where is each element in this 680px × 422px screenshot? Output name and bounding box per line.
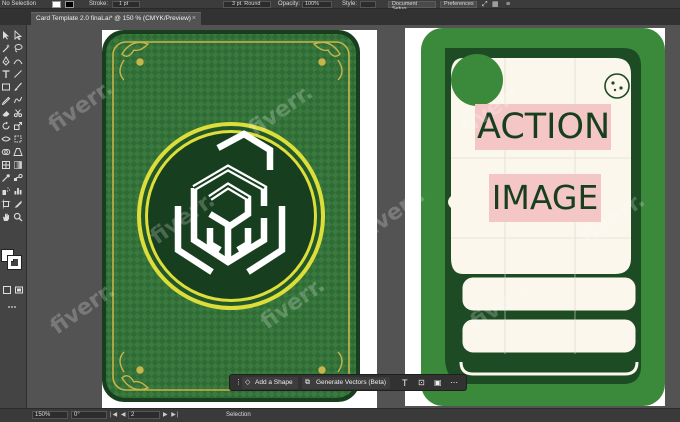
selection-status: No Selection: [2, 1, 37, 7]
hand-tool-icon[interactable]: [1, 212, 11, 222]
generate-vectors-label: Generate Vectors (Beta): [316, 379, 387, 386]
shape-icon: ◇: [245, 379, 251, 386]
close-icon[interactable]: ×: [192, 13, 196, 25]
width-tool-icon[interactable]: [1, 134, 11, 144]
opacity-label: Opacity:: [278, 1, 301, 7]
next-artboard-icon[interactable]: ▶ ▶|: [163, 411, 179, 419]
style-label: Style:: [342, 1, 358, 7]
tools-panel: [0, 25, 27, 408]
artboard-tool-icon[interactable]: [1, 199, 11, 209]
first-artboard-icon[interactable]: |◀ ◀: [110, 411, 126, 419]
arrange-icon[interactable]: ▦: [492, 1, 499, 8]
opacity-field[interactable]: 100%: [302, 1, 332, 8]
line-tool-icon[interactable]: [13, 69, 23, 79]
canvas[interactable]: ACTION IMAGE fiverr. fiverr. fiverr. fiv…: [27, 25, 680, 408]
tool-status-text: Selection: [226, 412, 251, 418]
image-text: IMAGE: [491, 178, 599, 217]
stroke-label: Stroke:: [89, 1, 109, 7]
direct-selection-tool-icon[interactable]: [13, 30, 23, 40]
generate-vectors-button[interactable]: ⧉ Generate Vectors (Beta): [302, 377, 390, 389]
rotate-tool-icon[interactable]: [1, 121, 11, 131]
document-setup-button[interactable]: Document Setup: [388, 1, 436, 12]
transform-icon[interactable]: ⊡: [418, 377, 425, 389]
eraser-icon[interactable]: [1, 108, 11, 118]
artboard-number-field[interactable]: 2: [128, 411, 160, 419]
column-graph-icon[interactable]: [13, 186, 23, 196]
action-text: ACTION: [477, 107, 611, 147]
fill-color-swatch[interactable]: [52, 1, 61, 8]
draw-mode-icon[interactable]: [2, 285, 12, 295]
perspective-icon[interactable]: [13, 147, 23, 157]
screen-mode-icon[interactable]: [14, 285, 24, 295]
scissors-icon[interactable]: [13, 108, 23, 118]
stroke-color-swatch[interactable]: [65, 1, 74, 8]
document-tab-bar: Card Template 2.0 finaLai* @ 150 % (CMYK…: [0, 9, 680, 25]
status-bar: 150% 0° |◀ ◀ 2 ▶ ▶| Selection: [0, 408, 680, 422]
transform-icon[interactable]: ⤢: [482, 1, 488, 8]
scale-tool-icon[interactable]: [13, 121, 23, 131]
rotation-field[interactable]: 0°: [71, 411, 107, 419]
free-transform-icon[interactable]: [13, 134, 23, 144]
more-options-icon[interactable]: ⋯: [450, 377, 458, 389]
shape-builder-icon[interactable]: [1, 147, 11, 157]
zoom-tool-icon[interactable]: [13, 212, 23, 222]
control-bar: No Selection Stroke: 1 pt 3 pt. Round Op…: [0, 0, 680, 12]
document-tab[interactable]: Card Template 2.0 finaLai* @ 150 % (CMYK…: [31, 12, 201, 25]
artboard-card-front[interactable]: ACTION IMAGE: [405, 28, 665, 406]
zoom-level-field[interactable]: 150%: [32, 411, 68, 419]
pencil-icon[interactable]: [1, 95, 11, 105]
preferences-button[interactable]: Preferences: [440, 1, 477, 8]
add-shape-label: Add a Shape: [255, 379, 293, 386]
illustrator-window: No Selection Stroke: 1 pt 3 pt. Round Op…: [0, 0, 680, 422]
symbol-sprayer-icon[interactable]: [1, 186, 11, 196]
image-icon[interactable]: ▣: [434, 377, 442, 389]
lasso-icon[interactable]: [13, 43, 23, 53]
type-tool-icon[interactable]: [1, 69, 11, 79]
slice-tool-icon[interactable]: [13, 199, 23, 209]
curvature-tool-icon[interactable]: [13, 56, 23, 66]
shaper-icon[interactable]: [13, 95, 23, 105]
stroke-swatch[interactable]: [7, 255, 22, 270]
add-shape-button[interactable]: ◇ Add a Shape: [242, 377, 298, 389]
card-back[interactable]: [102, 30, 377, 408]
text-icon[interactable]: T: [402, 377, 408, 389]
paintbrush-icon[interactable]: [13, 82, 23, 92]
selection-tool-icon[interactable]: [1, 30, 11, 40]
rectangle-tool-icon[interactable]: [1, 82, 11, 92]
generate-vectors-icon: ⧉: [305, 379, 310, 386]
brush-definition-dropdown[interactable]: 3 pt. Round: [223, 1, 271, 8]
magic-wand-icon[interactable]: [1, 43, 11, 53]
drag-handle-icon[interactable]: ⋮: [235, 377, 242, 389]
mesh-tool-icon[interactable]: [1, 160, 11, 170]
contextual-task-bar: ⋮ ◇ Add a Shape ⧉ Generate Vectors (Beta…: [229, 374, 467, 391]
document-tab-title: Card Template 2.0 finaLai* @ 150 % (CMYK…: [36, 15, 191, 22]
graphic-style-dropdown[interactable]: [360, 1, 376, 8]
artboard-card-back[interactable]: [102, 30, 377, 408]
stroke-weight-field[interactable]: 1 pt: [112, 1, 140, 8]
menu-icon[interactable]: ≡: [506, 1, 510, 8]
eyedropper-icon[interactable]: [1, 173, 11, 183]
blend-tool-icon[interactable]: [13, 173, 23, 183]
gradient-tool-icon[interactable]: [13, 160, 23, 170]
edit-toolbar-icon[interactable]: [7, 302, 17, 312]
pen-tool-icon[interactable]: [1, 56, 11, 66]
